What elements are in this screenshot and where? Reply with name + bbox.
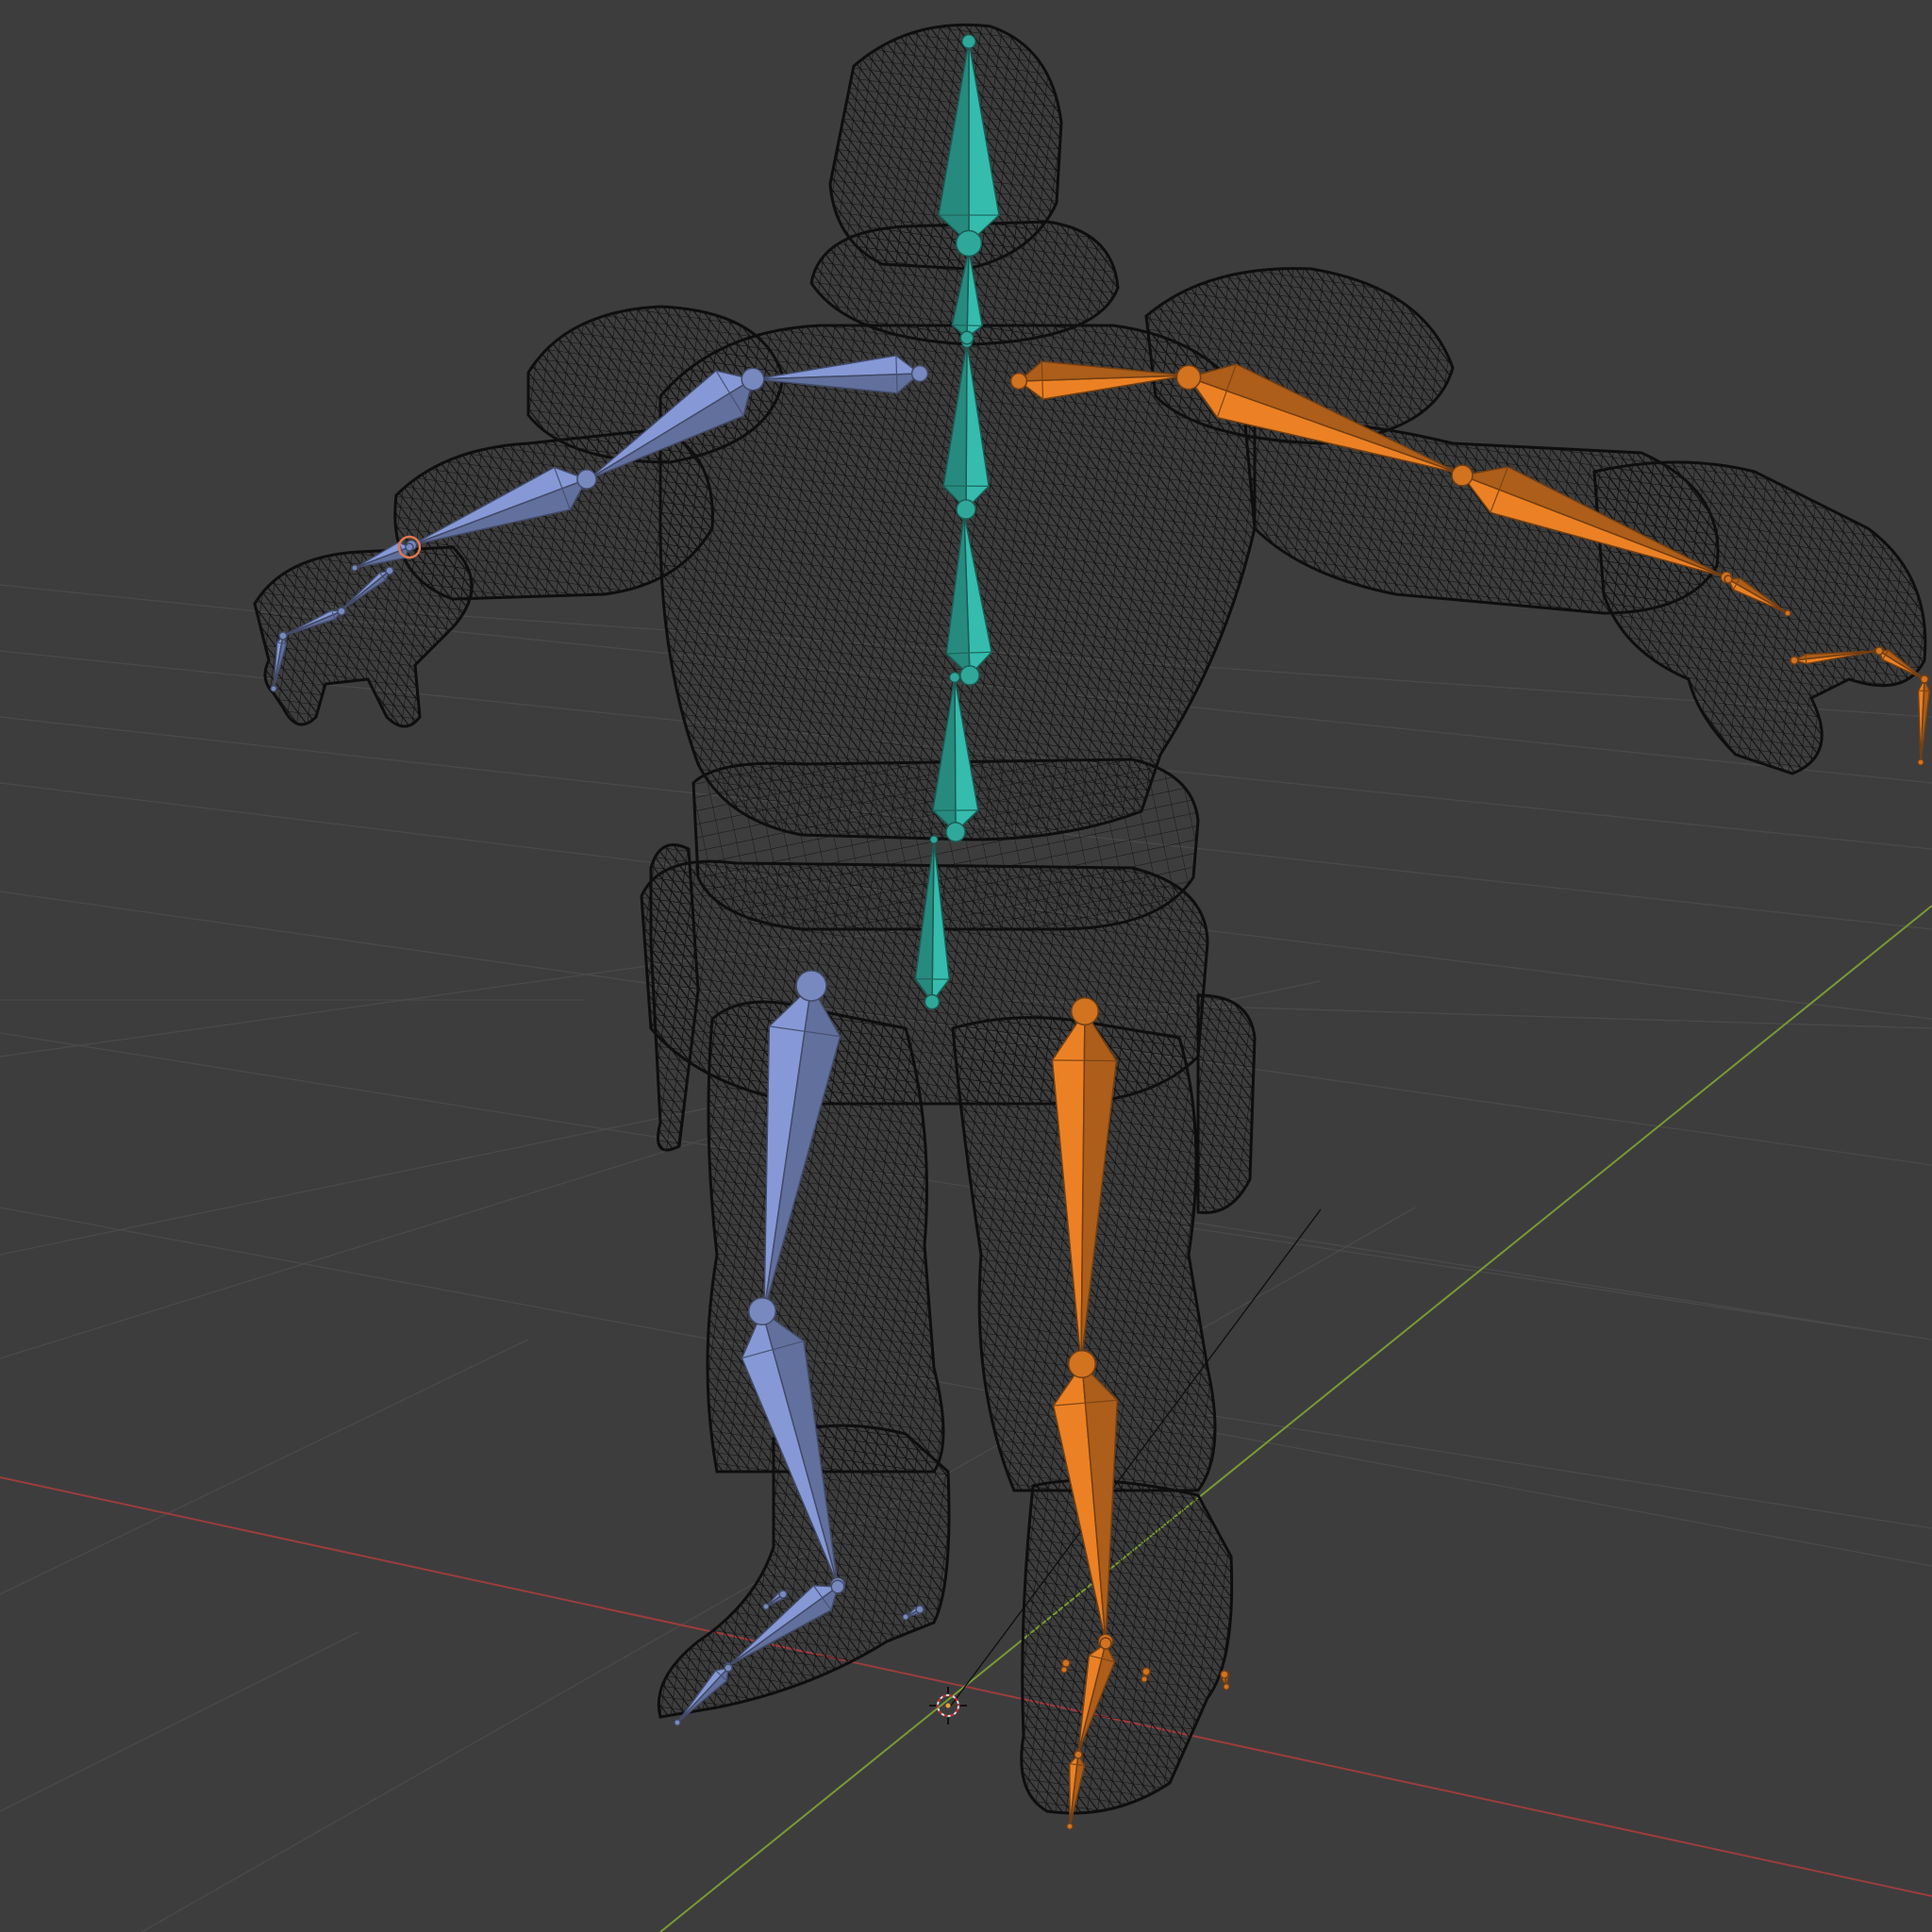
bone-right-finger-3[interactable]: [1917, 675, 1931, 766]
grid-line: [0, 1207, 1932, 1567]
mesh-right-pouch: [1196, 993, 1257, 1215]
3d-viewport[interactable]: [0, 0, 1932, 1932]
x-axis-line: [0, 1476, 1932, 1897]
mesh-left-pouch: [649, 843, 700, 1152]
grid-line: [0, 1631, 359, 1812]
mesh-right-forearm: [1592, 460, 1927, 775]
bone-right-foot-outer[interactable]: [1220, 1670, 1230, 1690]
grid-line: [0, 1339, 529, 1595]
scene-canvas[interactable]: [0, 0, 1932, 1932]
grid-line: [1207, 1414, 1932, 1529]
grid-line: [1178, 1225, 1932, 1341]
mesh-right-boot: [1020, 1478, 1234, 1815]
